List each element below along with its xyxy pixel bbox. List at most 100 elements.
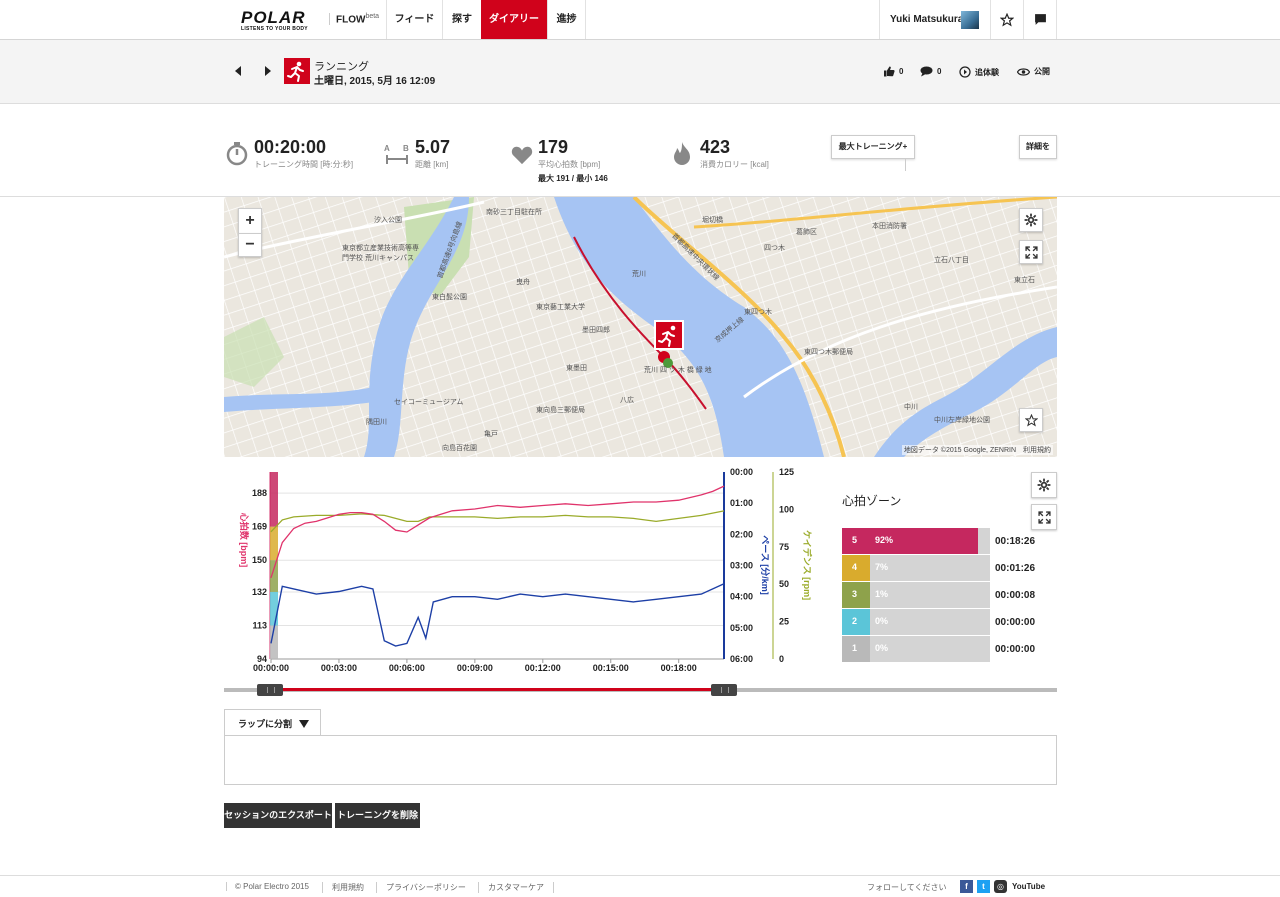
time-tick-label: 00:03:00 xyxy=(321,663,357,673)
pace-tick-label: 06:00 xyxy=(730,654,753,664)
hr-zone-percent: 92% xyxy=(875,535,894,545)
map-label: 東四つ木郵便局 xyxy=(804,349,853,356)
zoom-out-button[interactable]: − xyxy=(238,233,262,257)
export-session-button[interactable]: セッションのエクスポート xyxy=(224,803,332,828)
map-label: 中川 xyxy=(904,404,918,411)
activity-chart[interactable]: 9411313215016918800:00:00 00:03:00 00:06:0… xyxy=(224,460,824,682)
training-benefit-button[interactable]: 最大トレーニング+ xyxy=(831,135,915,159)
heart-icon xyxy=(511,146,533,165)
map-label: 四つ木 xyxy=(764,245,785,252)
map-fullscreen-button[interactable] xyxy=(1019,240,1043,264)
time-tick-label: 00:09:00 xyxy=(457,663,493,673)
previous-session-arrow-icon[interactable] xyxy=(232,64,244,78)
plot-area xyxy=(271,472,724,659)
user-name: Yuki Matsukura xyxy=(890,14,964,25)
duration-value: 00:20:00 xyxy=(254,137,327,157)
calories-stat: 423 消費カロリー [kcal] xyxy=(700,137,769,170)
pace-tick-label: 01:00 xyxy=(730,498,753,508)
time-tick-label: 00:15:00 xyxy=(593,663,629,673)
zones-fullscreen-button[interactable] xyxy=(1031,504,1057,530)
hr-zone-band xyxy=(270,591,278,626)
play-circle-icon xyxy=(959,66,971,78)
map-label: 荒川 四 ツ 木 橋 緑 地 xyxy=(644,367,712,374)
polar-logo[interactable]: POLAR LISTENS TO YOUR BODY xyxy=(241,8,321,32)
pace-tick-label: 04:00 xyxy=(730,592,753,602)
map-label: 東墨田 xyxy=(566,365,587,372)
map-favorite-button[interactable] xyxy=(1019,408,1043,432)
expand-icon xyxy=(1037,510,1051,524)
map-label: 堀切橋 xyxy=(702,217,723,224)
product-suffix: beta xyxy=(365,13,380,20)
route-map[interactable]: 汐入公園 東京都立産業技術高等専門学校 荒川キャンパス 東白髭公園 曳舟 墨田四… xyxy=(224,197,1057,457)
next-session-arrow-icon[interactable] xyxy=(262,64,274,78)
map-label: 曳舟 xyxy=(516,279,530,286)
tab-progress[interactable]: 進捗 xyxy=(547,0,586,39)
youtube-label: YouTube xyxy=(1012,882,1046,891)
comment-button[interactable]: 0 xyxy=(920,66,941,77)
relive-button[interactable]: 追体験 xyxy=(959,66,999,78)
customer-care-link[interactable]: カスタマーケア xyxy=(478,882,554,893)
hr-zone-time: 00:00:00 xyxy=(995,644,1036,655)
hr-zone-time: 00:00:08 xyxy=(995,590,1036,601)
favorites-button[interactable] xyxy=(991,0,1024,39)
benefit-pointer xyxy=(905,159,906,171)
pace-axis-label: ペース [分/km] xyxy=(760,535,771,595)
map-settings-button[interactable] xyxy=(1019,208,1043,232)
youtube-icon[interactable]: YouTube xyxy=(1012,880,1046,893)
heart-rate-tick-label: 113 xyxy=(252,620,267,630)
time-tick-label: 00:18:00 xyxy=(661,663,697,673)
zones-settings-button[interactable] xyxy=(1031,472,1057,498)
map-label: セイコーミュージアム xyxy=(394,399,464,406)
zoom-in-button[interactable]: + xyxy=(238,208,262,233)
delete-training-button[interactable]: トレーニングを削除 xyxy=(335,803,420,828)
svg-text:B: B xyxy=(403,144,409,153)
hr-zone-percent: 1% xyxy=(875,589,889,599)
facebook-icon[interactable]: f xyxy=(960,880,973,893)
map-label: 中川左岸緑地公園 xyxy=(934,417,990,424)
tab-feed[interactable]: フィード xyxy=(386,0,442,39)
expand-icon xyxy=(1024,245,1038,259)
comment-icon xyxy=(920,66,933,77)
heart-rate-axis-label: 心拍数 [bpm] xyxy=(239,513,250,568)
user-menu[interactable]: Yuki Matsukura xyxy=(879,0,991,39)
privacy-link[interactable]: プライバシーポリシー xyxy=(376,882,466,893)
like-button[interactable]: 0 xyxy=(883,66,903,77)
hr-zone-percent: 7% xyxy=(875,562,889,572)
cadence-tick-label: 0 xyxy=(779,654,784,664)
pace-tick-label: 05:00 xyxy=(730,623,753,633)
map-attribution[interactable]: 地図データ ©2015 Google, ZENRIN 利用規約 xyxy=(901,445,1053,455)
map-label: 東向島三郵便局 xyxy=(536,407,585,414)
heart-rate-tick-label: 150 xyxy=(252,555,267,565)
hr-zone-number: 2 xyxy=(852,616,858,626)
heart-rate-tick-label: 188 xyxy=(252,488,267,498)
cadence-axis-label: ケイデンス [rpm] xyxy=(802,530,813,600)
hr-zone-row: 1 0% xyxy=(842,636,990,662)
pace-tick-label: 03:00 xyxy=(730,561,753,571)
time-range-slider[interactable] xyxy=(224,688,1057,692)
visibility-label: 公開 xyxy=(1034,67,1050,76)
slider-start-handle[interactable] xyxy=(257,684,283,696)
brand-tagline: LISTENS TO YOUR BODY xyxy=(241,26,308,32)
twitter-icon[interactable]: t xyxy=(977,880,990,893)
map-label: 東京都立産業技術高等専門学校 荒川キャンパス xyxy=(342,245,419,262)
pace-tick-label: 02:00 xyxy=(730,529,753,539)
map-label: 本田消防署 xyxy=(872,223,907,230)
instagram-icon[interactable]: ◎ xyxy=(994,880,1007,893)
messages-button[interactable] xyxy=(1024,0,1057,39)
tab-diary[interactable]: ダイアリー xyxy=(481,0,547,39)
split-laps-label: ラップに分割 xyxy=(238,719,293,729)
slider-end-handle[interactable] xyxy=(711,684,737,696)
visibility-button[interactable]: 公開 xyxy=(1017,66,1050,77)
distance-ab-icon: AB xyxy=(384,144,409,164)
top-navigation: POLAR LISTENS TO YOUR BODY FLOWbeta フィード… xyxy=(0,0,1280,40)
terms-link[interactable]: 利用規約 xyxy=(322,882,364,893)
split-laps-dropdown[interactable]: ラップに分割 xyxy=(224,709,321,735)
hr-zone-row: 2 0% xyxy=(842,609,990,635)
cadence-tick-label: 125 xyxy=(779,467,794,477)
tab-explore[interactable]: 探す xyxy=(442,0,481,39)
map-label: 向島百花園 xyxy=(442,445,477,452)
hr-zone-row: 4 7% xyxy=(842,555,990,581)
details-button[interactable]: 詳細を xyxy=(1019,135,1057,159)
map-label: 葛飾区 xyxy=(796,229,817,236)
hr-zone-band xyxy=(270,472,278,527)
